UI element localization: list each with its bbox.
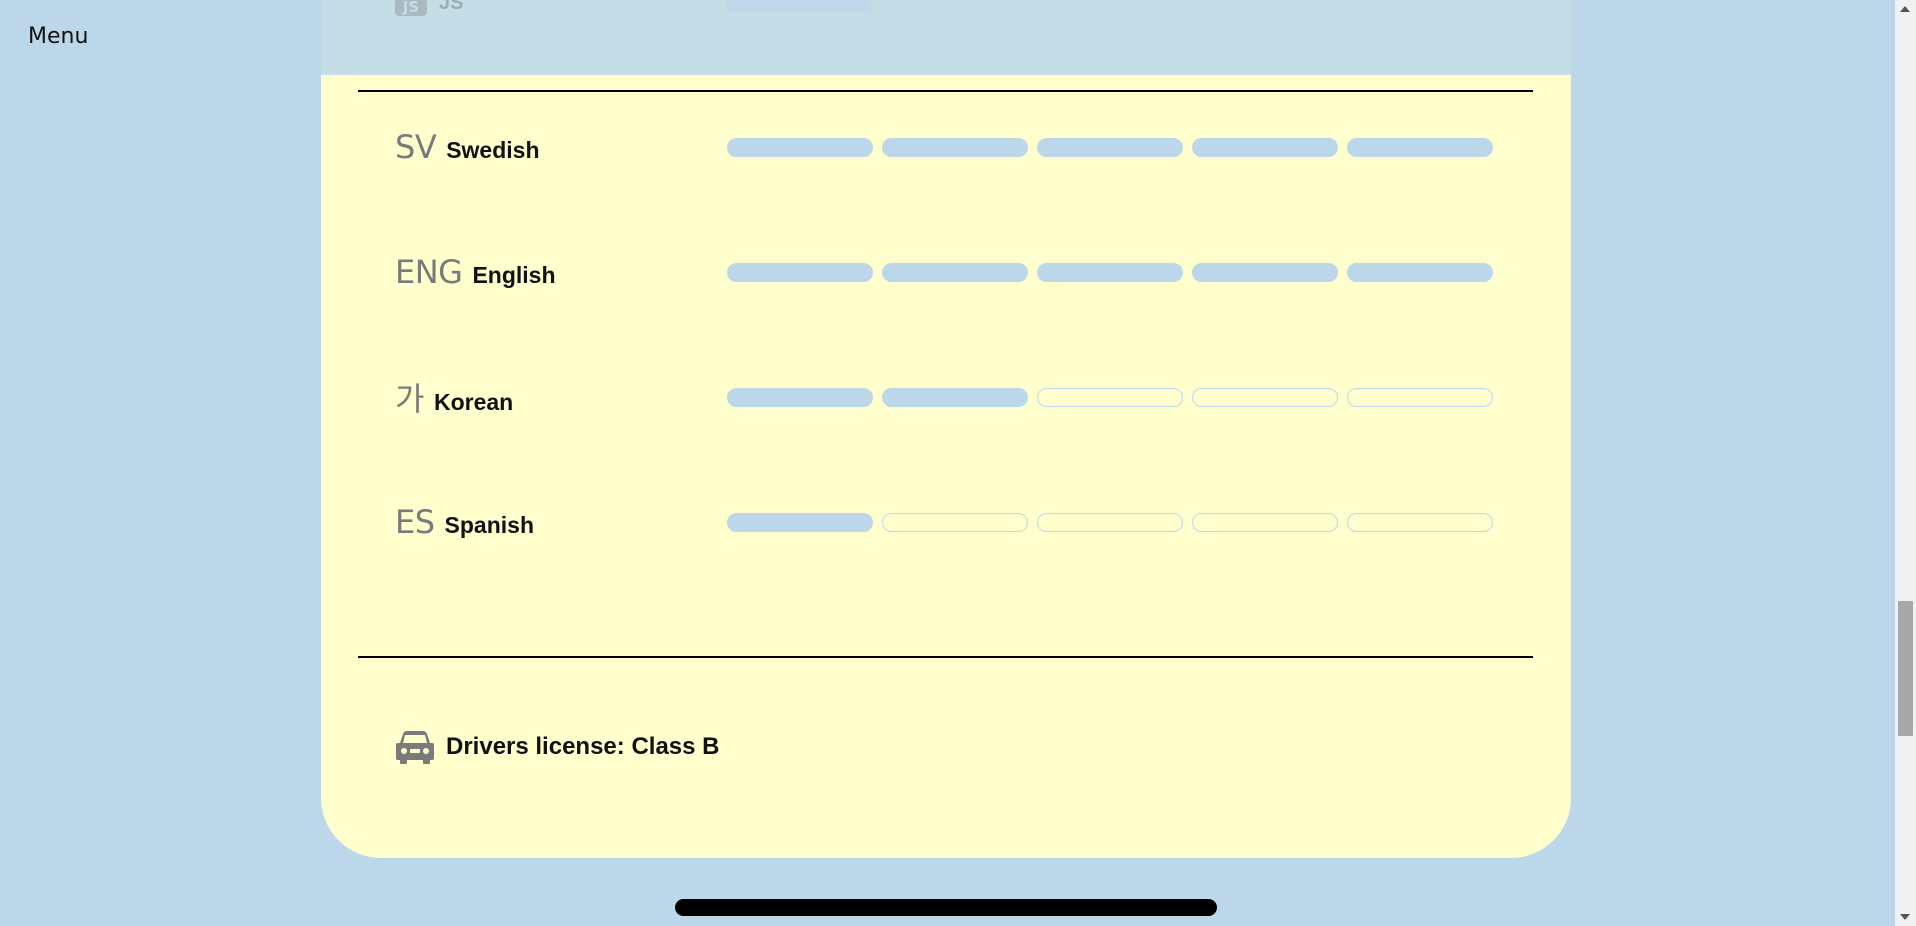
proficiency-bar-filled [727, 512, 873, 532]
section-divider-top [358, 90, 1533, 92]
viewport: Menu JS JS SV Swedish ENG English 가 Kore… [0, 0, 1916, 926]
proficiency-bars [727, 387, 1493, 407]
proficiency-bar-empty [1192, 512, 1338, 532]
sticky-header-overlay: JS JS [321, 0, 1571, 75]
resume-card: JS JS SV Swedish ENG English 가 Korean ES… [321, 0, 1571, 858]
language-label: ENG English [395, 253, 727, 291]
language-code: SV [395, 128, 437, 166]
proficiency-bars [727, 512, 1493, 532]
language-row-english: ENG English [395, 252, 1495, 292]
drivers-license-label: Drivers license: Class B [446, 733, 720, 760]
language-name: Korean [433, 389, 514, 415]
proficiency-bars [727, 137, 1493, 157]
proficiency-bar-filled [882, 387, 1028, 407]
proficiency-bar-filled [727, 137, 873, 157]
skill-level-bar [726, 0, 872, 12]
language-name: English [472, 262, 556, 288]
proficiency-bar-empty [1037, 512, 1183, 532]
scroll-up-arrow-icon[interactable] [1900, 6, 1910, 12]
proficiency-bar-empty [1347, 387, 1493, 407]
proficiency-bar-empty [1347, 512, 1493, 532]
proficiency-bar-filled [882, 137, 1028, 157]
js-icon: JS [395, 0, 427, 16]
proficiency-bar-filled [727, 262, 873, 282]
proficiency-bar-empty [1192, 387, 1338, 407]
drivers-license: Drivers license: Class B [395, 730, 719, 764]
language-label: ES Spanish [395, 503, 727, 541]
language-code: ENG [395, 253, 463, 291]
menu-button[interactable]: Menu [28, 24, 88, 49]
proficiency-bar-filled [1347, 137, 1493, 157]
proficiency-bar-filled [1037, 262, 1183, 282]
language-label: SV Swedish [395, 128, 727, 166]
proficiency-bars [727, 262, 1493, 282]
proficiency-bar-filled [1192, 262, 1338, 282]
language-code: 가 [395, 380, 424, 418]
language-code: ES [395, 503, 435, 541]
skill-item-js: JS JS [395, 0, 463, 16]
proficiency-bar-filled [727, 387, 873, 407]
language-row-korean: 가 Korean [395, 374, 1495, 420]
scroll-thumb[interactable] [1898, 601, 1913, 736]
proficiency-bar-filled [1347, 262, 1493, 282]
section-divider-bottom [358, 656, 1533, 658]
home-indicator[interactable] [675, 899, 1217, 916]
language-label: 가 Korean [395, 374, 727, 420]
proficiency-bar-filled [1037, 137, 1183, 157]
proficiency-bar-filled [882, 262, 1028, 282]
language-name: Spanish [444, 512, 534, 538]
vertical-scrollbar[interactable] [1895, 0, 1916, 926]
proficiency-bar-empty [882, 512, 1028, 532]
language-row-swedish: SV Swedish [395, 127, 1495, 167]
scroll-down-arrow-icon[interactable] [1900, 914, 1910, 920]
skill-label: JS [439, 0, 464, 14]
car-icon [396, 731, 434, 764]
proficiency-bar-filled [1192, 137, 1338, 157]
language-name: Swedish [446, 137, 540, 163]
proficiency-bar-empty [1037, 387, 1183, 407]
language-row-spanish: ES Spanish [395, 502, 1495, 542]
